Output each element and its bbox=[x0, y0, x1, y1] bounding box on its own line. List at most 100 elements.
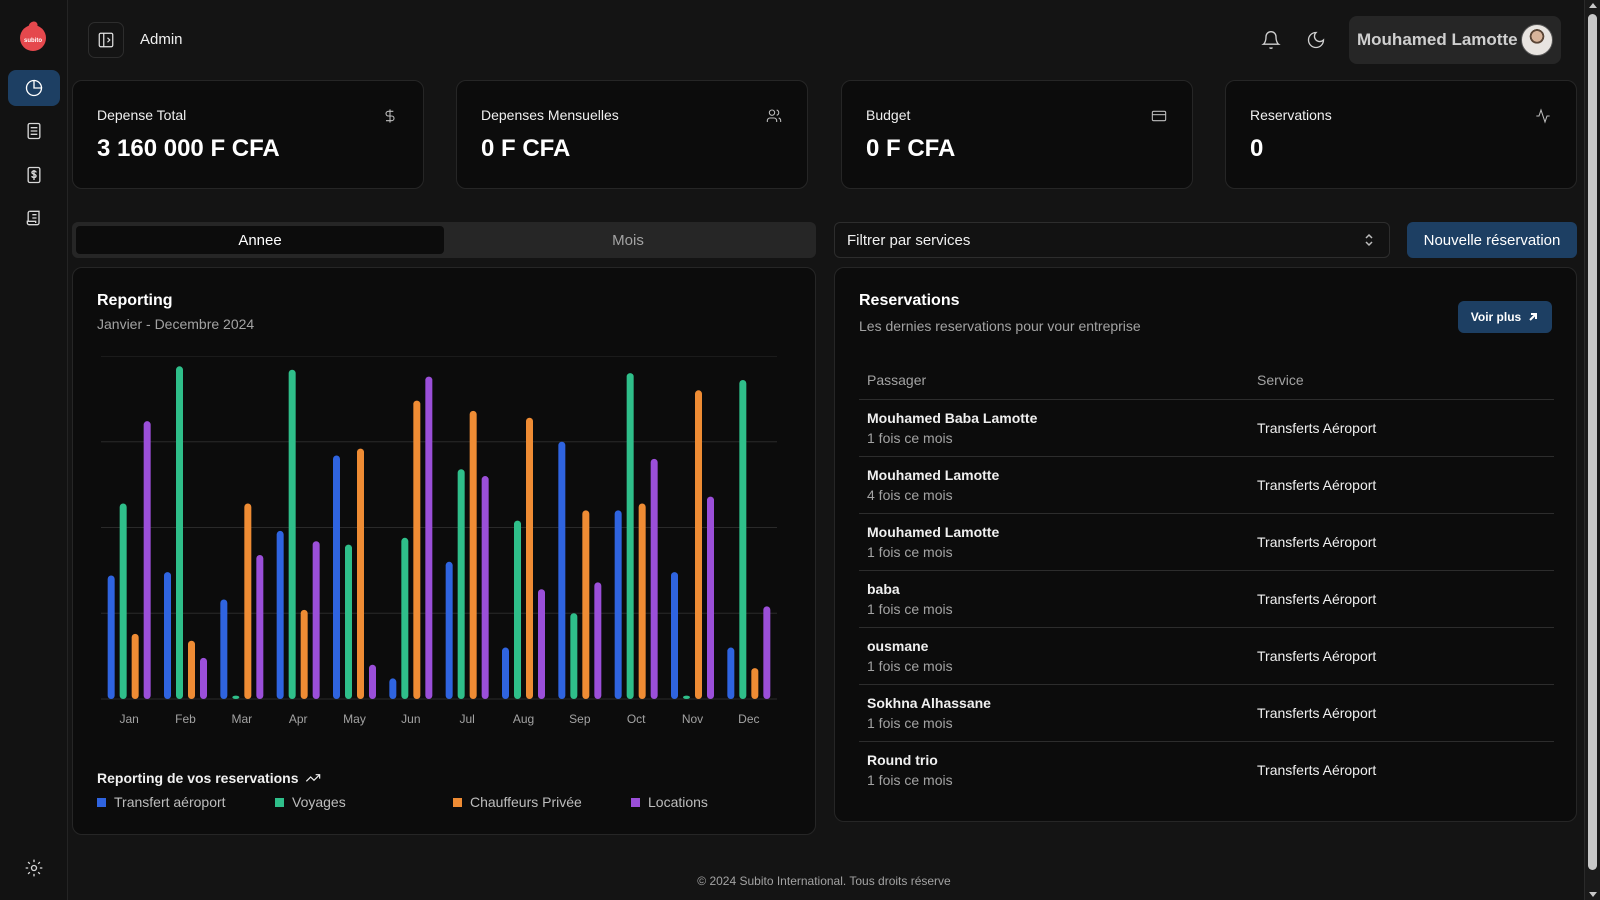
dollar-icon bbox=[381, 107, 399, 125]
stat-value: 3 160 000 F CFA bbox=[97, 135, 280, 162]
table-row[interactable]: baba 1 fois ce mois Transferts Aéroport bbox=[859, 571, 1554, 628]
passenger-name: ousmane bbox=[867, 638, 929, 654]
chart-bar[interactable] bbox=[727, 647, 735, 699]
chart-bar[interactable] bbox=[582, 510, 590, 699]
legend-label: Locations bbox=[648, 794, 708, 810]
chart-bar[interactable] bbox=[188, 640, 195, 699]
user-menu-button[interactable]: Mouhamed Lamotte bbox=[1349, 16, 1561, 64]
chart-x-tick-label: Mar bbox=[231, 712, 252, 726]
chart-bar[interactable] bbox=[345, 544, 352, 699]
table-row[interactable]: Mouhamed Lamotte 4 fois ce mois Transfer… bbox=[859, 457, 1554, 514]
new-reservation-button[interactable]: Nouvelle réservation bbox=[1407, 222, 1577, 258]
chart-bar[interactable] bbox=[276, 530, 284, 699]
service-name: Transferts Aéroport bbox=[1257, 534, 1377, 550]
chart-bar[interactable] bbox=[425, 376, 433, 699]
subito-logo[interactable]: subito bbox=[20, 25, 46, 51]
passenger-frequency: 1 fois ce mois bbox=[867, 658, 953, 674]
chart-bar[interactable] bbox=[131, 633, 139, 699]
chart-bar[interactable] bbox=[401, 537, 409, 699]
notifications-button[interactable] bbox=[1259, 28, 1283, 52]
table-row[interactable]: Sokhna Alhassane 1 fois ce mois Transfer… bbox=[859, 685, 1554, 742]
scroll-thumb[interactable] bbox=[1588, 14, 1597, 870]
chart-bar[interactable] bbox=[751, 668, 759, 699]
tab-mois[interactable]: Mois bbox=[444, 226, 812, 254]
chart-bar[interactable] bbox=[312, 541, 320, 699]
chart-bar[interactable] bbox=[200, 657, 207, 699]
sidebar: subito bbox=[0, 0, 68, 900]
list-document-icon bbox=[27, 122, 41, 140]
settings-button[interactable] bbox=[8, 850, 60, 886]
chart-bar[interactable] bbox=[594, 582, 602, 699]
chart-bar[interactable] bbox=[502, 647, 509, 699]
chart-bar[interactable] bbox=[244, 503, 252, 699]
stat-title: Budget bbox=[866, 107, 911, 123]
chart-bar[interactable] bbox=[538, 589, 545, 699]
chart-bar[interactable] bbox=[333, 455, 340, 699]
reservations-card: Reservations Les dernies reservations po… bbox=[834, 267, 1577, 822]
page-scrollbar[interactable] bbox=[1584, 0, 1600, 900]
chart-bar[interactable] bbox=[763, 606, 771, 699]
chart-bar[interactable] bbox=[232, 695, 240, 699]
moon-icon bbox=[1307, 31, 1325, 49]
voir-plus-button[interactable]: Voir plus bbox=[1458, 301, 1552, 333]
chart-bar[interactable] bbox=[526, 417, 533, 699]
sidebar-item-dashboard[interactable] bbox=[8, 70, 60, 106]
chart-bar[interactable] bbox=[671, 572, 678, 699]
stat-value: 0 F CFA bbox=[866, 135, 956, 162]
voir-plus-label: Voir plus bbox=[1470, 310, 1522, 324]
chart-bar[interactable] bbox=[445, 561, 453, 699]
chart-bar[interactable] bbox=[107, 575, 115, 699]
passenger-frequency: 1 fois ce mois bbox=[867, 772, 953, 788]
chart-bar[interactable] bbox=[469, 410, 477, 699]
passenger-frequency: 1 fois ce mois bbox=[867, 601, 953, 617]
footer-copyright: © 2024 Subito International. Tous droits… bbox=[697, 874, 951, 888]
tab-annee[interactable]: Annee bbox=[76, 226, 444, 254]
chart-bar[interactable] bbox=[256, 554, 264, 699]
table-row[interactable]: Round trio 1 fois ce mois Transferts Aér… bbox=[859, 742, 1554, 799]
chart-bar[interactable] bbox=[626, 373, 634, 699]
sidebar-item-reservations[interactable] bbox=[8, 113, 60, 149]
legend-swatch bbox=[275, 797, 284, 807]
chart-bar[interactable] bbox=[707, 496, 714, 699]
chart-bar[interactable] bbox=[389, 678, 397, 699]
chart-bar[interactable] bbox=[570, 613, 578, 699]
arrow-up-right-icon bbox=[1529, 313, 1538, 321]
chart-bar[interactable] bbox=[481, 476, 489, 699]
bell-icon bbox=[1261, 31, 1281, 49]
table-row[interactable]: ousmane 1 fois ce mois Transferts Aéropo… bbox=[859, 628, 1554, 685]
chart-bar[interactable] bbox=[638, 503, 646, 699]
chart-bar[interactable] bbox=[119, 503, 127, 699]
chart-bar[interactable] bbox=[683, 695, 690, 699]
service-filter-select[interactable]: Filtrer par services bbox=[834, 222, 1390, 258]
chart-bar[interactable] bbox=[220, 599, 228, 699]
chart-bar[interactable] bbox=[739, 380, 747, 699]
chart-bar[interactable] bbox=[300, 609, 308, 699]
passenger-frequency: 1 fois ce mois bbox=[867, 715, 953, 731]
chart-bar[interactable] bbox=[288, 369, 296, 699]
legend-label: Transfert aéroport bbox=[114, 794, 226, 810]
chart-bar[interactable] bbox=[369, 664, 376, 699]
reservations-table-header: Passager Service bbox=[859, 360, 1554, 400]
credit-card-icon bbox=[1150, 107, 1168, 125]
chart-bar[interactable] bbox=[143, 421, 151, 699]
sidebar-item-services[interactable] bbox=[8, 200, 60, 236]
scroll-down-arrow[interactable] bbox=[1589, 892, 1597, 897]
chart-bar[interactable] bbox=[413, 400, 421, 699]
chart-bar[interactable] bbox=[650, 458, 658, 699]
chart-bar[interactable] bbox=[558, 441, 566, 699]
chart-bar[interactable] bbox=[457, 469, 465, 699]
theme-toggle-button[interactable] bbox=[1304, 28, 1328, 52]
scroll-up-arrow[interactable] bbox=[1589, 3, 1597, 8]
table-row[interactable]: Mouhamed Baba Lamotte 1 fois ce mois Tra… bbox=[859, 400, 1554, 457]
chart-bar[interactable] bbox=[695, 390, 702, 699]
chart-bar[interactable] bbox=[614, 510, 622, 699]
sidebar-item-billing[interactable] bbox=[8, 157, 60, 193]
chart-bar[interactable] bbox=[514, 520, 521, 699]
service-name: Transferts Aéroport bbox=[1257, 648, 1377, 664]
chart-bar[interactable] bbox=[357, 448, 364, 699]
sidebar-toggle-button[interactable] bbox=[88, 22, 124, 58]
table-row[interactable]: Mouhamed Lamotte 1 fois ce mois Transfer… bbox=[859, 514, 1554, 571]
chart-bar[interactable] bbox=[164, 572, 171, 699]
chart-bar[interactable] bbox=[176, 366, 183, 699]
stat-title: Depenses Mensuelles bbox=[481, 107, 619, 123]
